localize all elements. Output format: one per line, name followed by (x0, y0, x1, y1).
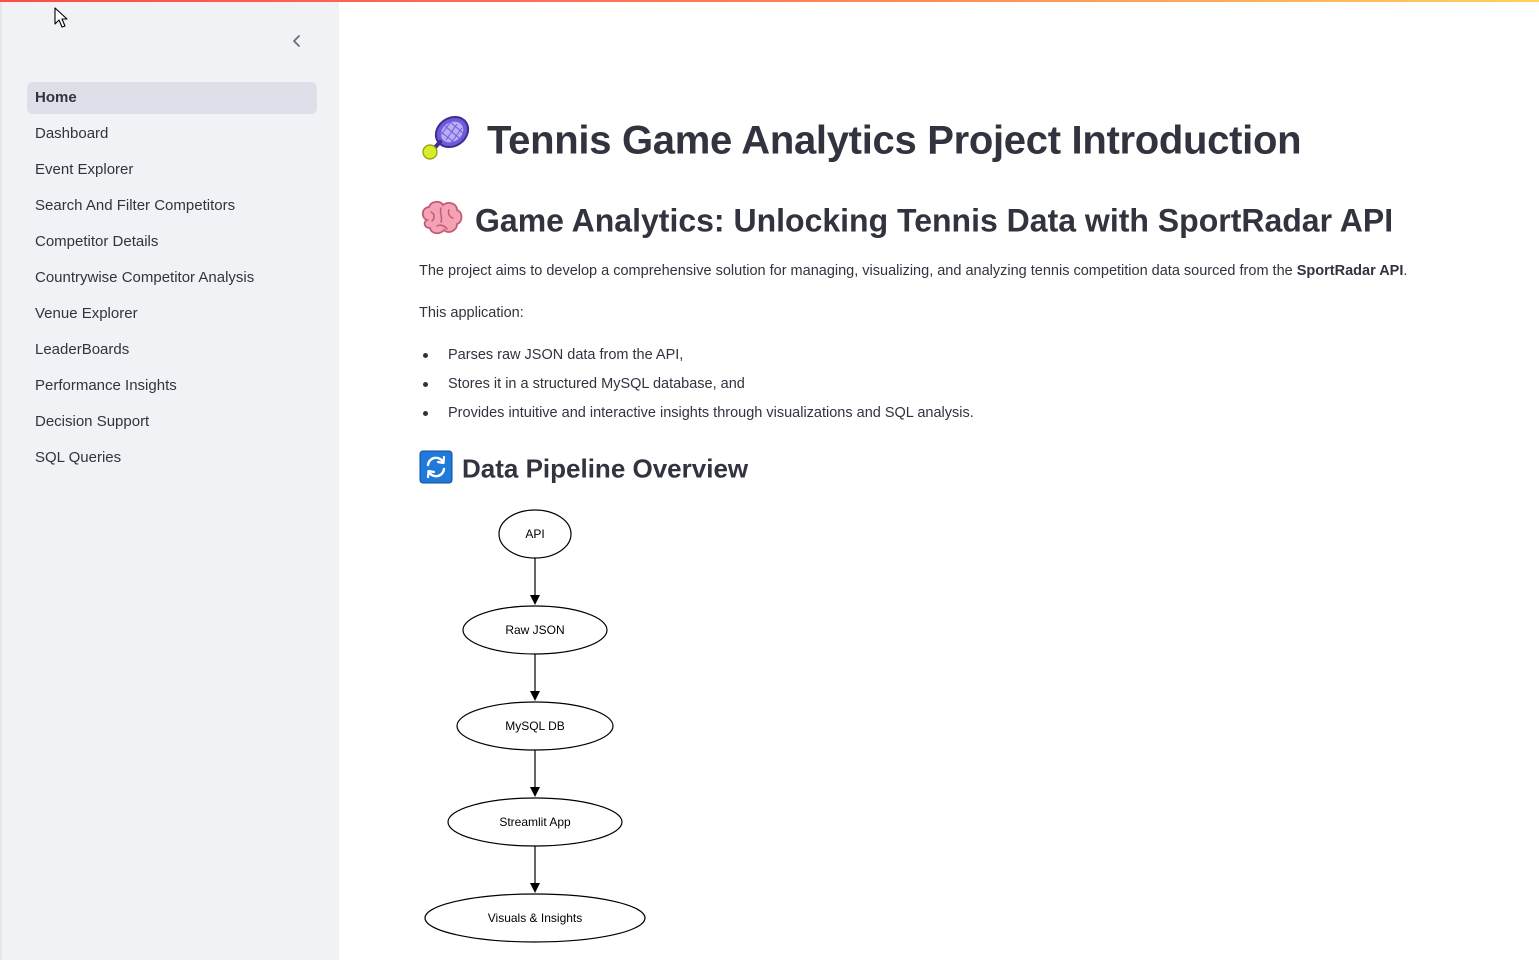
collapse-sidebar-button[interactable] (286, 30, 308, 52)
pipeline-node-label: Visuals & Insights (488, 911, 583, 925)
tennis-racket-icon (419, 112, 475, 174)
pipeline-node-mysql-db: MySQL DB (456, 701, 614, 751)
page-subtitle: Game Analytics: Unlocking Tennis Data wi… (419, 200, 1393, 246)
sidebar-item-home[interactable]: Home (27, 82, 317, 114)
pipeline-node-raw-json: Raw JSON (462, 605, 608, 655)
pipeline-node-label: Streamlit App (499, 815, 571, 829)
pipeline-diagram: API Raw JSON MySQL DB Streamlit App Visu… (424, 509, 646, 943)
page-title: Tennis Game Analytics Project Introducti… (419, 112, 1302, 174)
feature-list: Parses raw JSON data from the API, Store… (419, 341, 974, 428)
sidebar-nav: Home Dashboard Event Explorer Search And… (27, 82, 317, 478)
intro-paragraph: The project aims to develop a comprehens… (419, 263, 1407, 279)
chevron-left-icon (293, 35, 300, 47)
intro-text: The project aims to develop a comprehens… (419, 263, 1297, 279)
sidebar-item-leaderboards[interactable]: LeaderBoards (27, 334, 317, 366)
list-item: Stores it in a structured MySQL database… (419, 370, 974, 399)
application-label: This application: (419, 305, 524, 321)
list-item: Provides intuitive and interactive insig… (419, 399, 974, 428)
pipeline-node-label: MySQL DB (505, 719, 565, 733)
sidebar-item-competitor-details[interactable]: Competitor Details (27, 226, 317, 258)
sidebar-item-countrywise-competitor-analysis[interactable]: Countrywise Competitor Analysis (27, 262, 317, 294)
list-item: Parses raw JSON data from the API, (419, 341, 974, 370)
brain-icon (419, 200, 463, 246)
sidebar-item-performance-insights[interactable]: Performance Insights (27, 370, 317, 402)
intro-end-text: . (1403, 263, 1408, 279)
sidebar-item-decision-support[interactable]: Decision Support (27, 406, 317, 438)
pipeline-node-api: API (498, 509, 572, 559)
pipeline-node-label: Raw JSON (505, 623, 564, 637)
pipeline-node-streamlit-app: Streamlit App (447, 797, 623, 847)
sidebar-item-dashboard[interactable]: Dashboard (27, 118, 317, 150)
pipeline-node-label: API (525, 527, 544, 541)
sidebar-item-sql-queries[interactable]: SQL Queries (27, 442, 317, 474)
mouse-cursor-icon (54, 7, 68, 28)
page-subtitle-text: Game Analytics: Unlocking Tennis Data wi… (475, 202, 1394, 239)
sidebar-item-venue-explorer[interactable]: Venue Explorer (27, 298, 317, 330)
page-title-text: Tennis Game Analytics Project Introducti… (487, 118, 1302, 163)
sidebar-item-search-and-filter-competitors[interactable]: Search And Filter Competitors (27, 190, 317, 222)
pipeline-node-visuals-insights: Visuals & Insights (424, 893, 646, 943)
pipeline-heading-text: Data Pipeline Overview (462, 453, 749, 484)
intro-bold-text: SportRadar API (1296, 263, 1404, 279)
sidebar-item-event-explorer[interactable]: Event Explorer (27, 154, 317, 186)
refresh-icon (419, 450, 453, 491)
pipeline-heading: Data Pipeline Overview (419, 450, 748, 491)
sidebar: Home Dashboard Event Explorer Search And… (0, 2, 339, 960)
